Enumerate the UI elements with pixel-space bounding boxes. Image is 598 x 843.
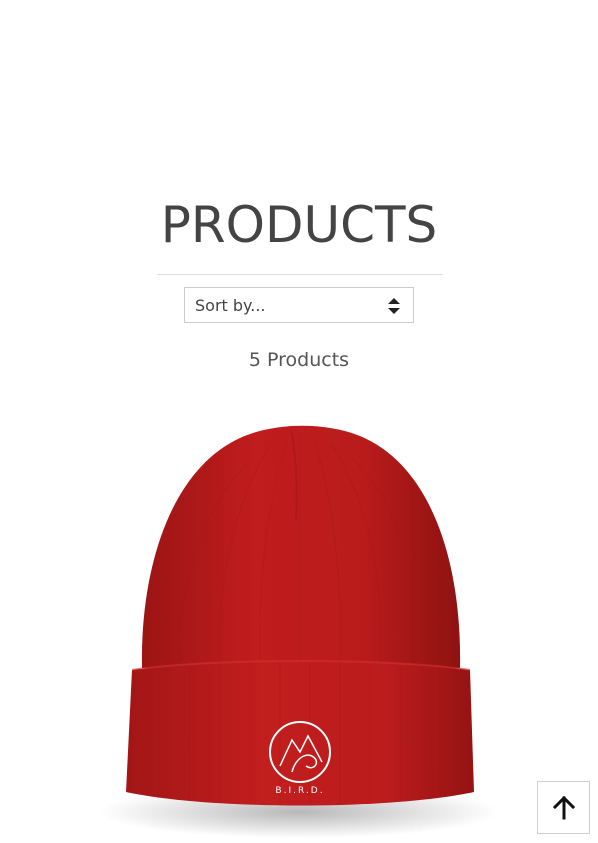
product-count: 5 Products xyxy=(248,349,350,371)
bird-logo-text: B.I.R.D. xyxy=(275,786,324,796)
title-divider xyxy=(157,274,443,275)
product-image-red-beanie[interactable]: B.I.R.D. xyxy=(60,400,538,843)
arrow-up-icon xyxy=(553,796,575,820)
sort-by-label: Sort by... xyxy=(195,296,266,315)
products-page: PRODUCTS Sort by... 5 Products B.I.R.D. xyxy=(0,0,598,843)
sort-updown-icon xyxy=(388,298,400,314)
back-to-top-button[interactable] xyxy=(537,781,590,834)
sort-by-select[interactable]: Sort by... xyxy=(184,287,414,323)
page-title: PRODUCTS xyxy=(160,196,438,254)
